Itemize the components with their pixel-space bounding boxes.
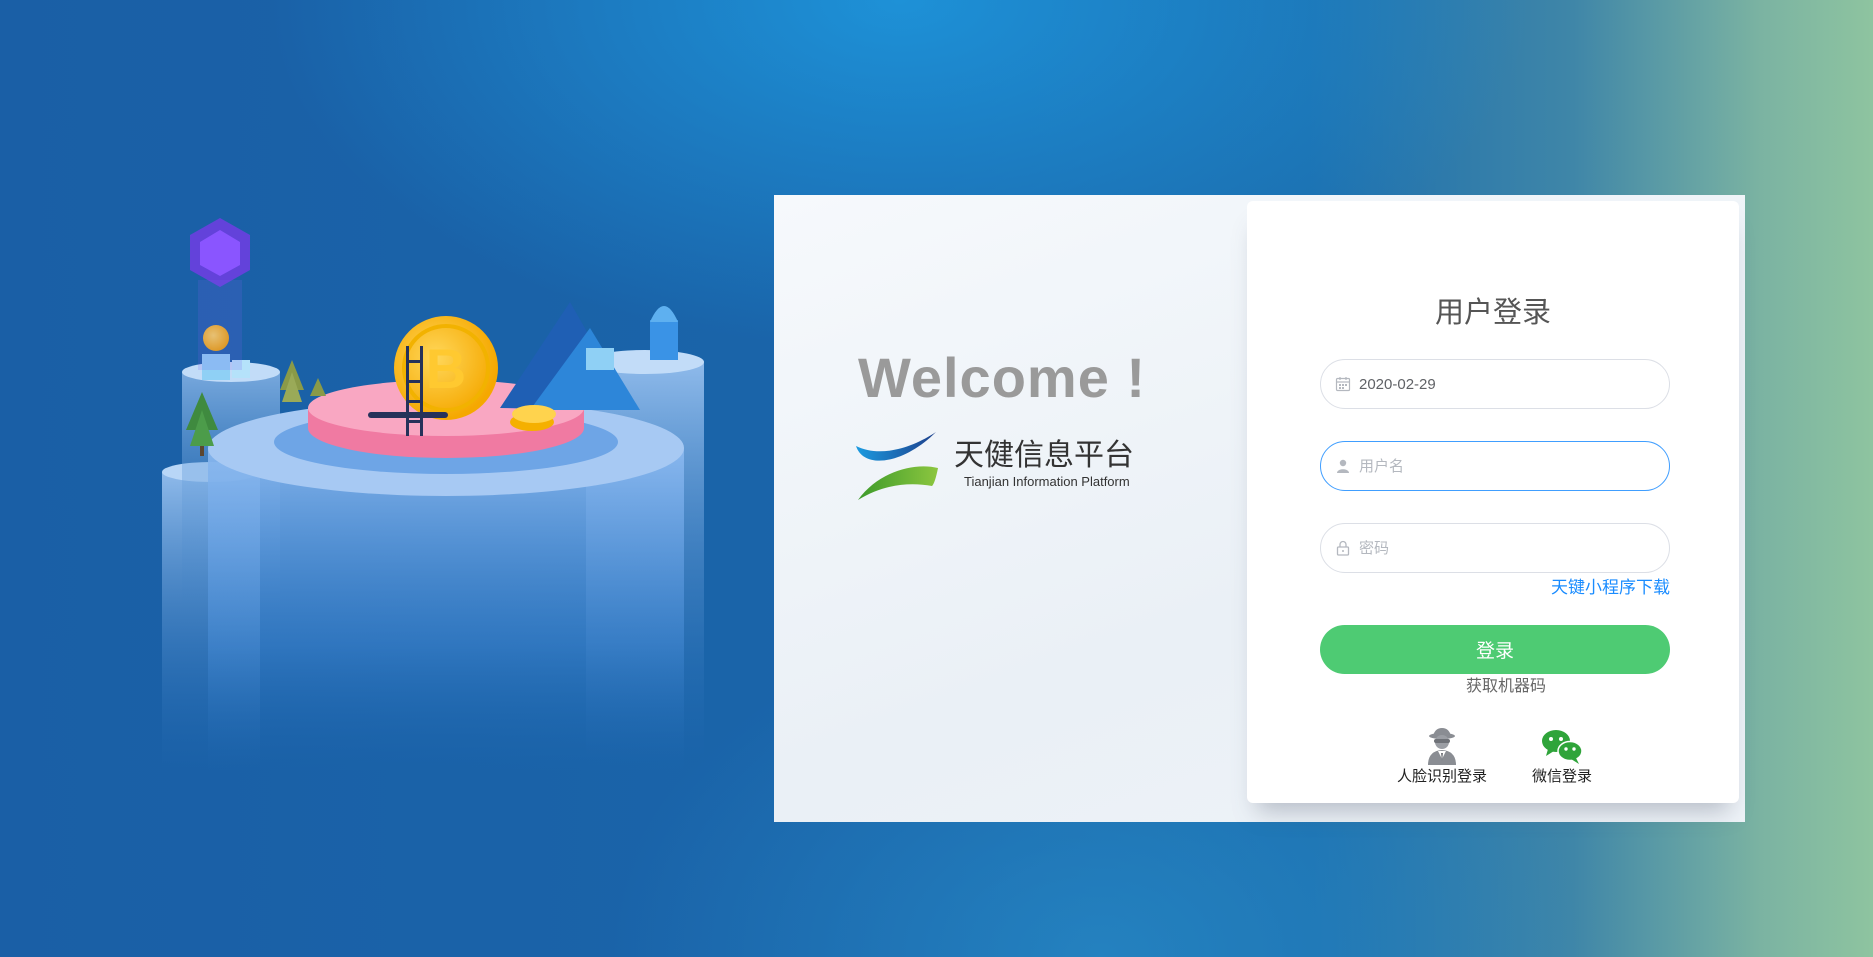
hero-illustration: B bbox=[150, 210, 710, 770]
brand-name-cn: 天健信息平台 bbox=[954, 438, 1134, 473]
face-login-button[interactable]: 人脸识别登录 bbox=[1387, 727, 1497, 786]
face-login-label: 人脸识别登录 bbox=[1396, 767, 1487, 785]
wechat-login-button[interactable]: 微信登录 bbox=[1507, 727, 1617, 786]
lock-icon bbox=[1336, 540, 1350, 556]
password-field[interactable] bbox=[1320, 523, 1670, 573]
login-panel: 用户登录 2020-02-29 用户名 天键小程序下载 登录 获取机器码 人脸识… bbox=[1247, 201, 1739, 803]
get-machine-code-link[interactable]: 获取机器码 bbox=[1247, 672, 1739, 696]
brand-name-en: Tianjian Information Platform bbox=[964, 474, 1130, 489]
welcome-panel: Welcome ! 天健信息平台 Tianjian Information Pl… bbox=[774, 195, 1246, 822]
calendar-icon bbox=[1335, 377, 1351, 392]
tianjian-logo-icon bbox=[856, 432, 938, 500]
user-icon bbox=[1337, 459, 1349, 473]
mini-program-download-link[interactable]: 天键小程序下载 bbox=[1551, 573, 1670, 598]
username-field[interactable] bbox=[1320, 441, 1670, 491]
wechat-login-label: 微信登录 bbox=[1531, 767, 1592, 785]
login-card: Welcome ! 天健信息平台 Tianjian Information Pl… bbox=[774, 195, 1745, 822]
username-input[interactable] bbox=[1359, 457, 1669, 475]
date-field[interactable] bbox=[1320, 359, 1670, 409]
date-input[interactable] bbox=[1359, 375, 1669, 393]
svg-text:B: B bbox=[426, 337, 466, 400]
login-title: 用户登录 bbox=[1434, 295, 1551, 329]
spy-face-icon bbox=[1428, 728, 1456, 765]
welcome-title: Welcome ! bbox=[858, 346, 1147, 409]
login-button[interactable]: 登录 bbox=[1320, 625, 1670, 674]
wechat-icon bbox=[1542, 730, 1583, 764]
password-input[interactable] bbox=[1359, 539, 1669, 557]
brand-block: 天健信息平台 Tianjian Information Platform bbox=[854, 428, 1174, 508]
